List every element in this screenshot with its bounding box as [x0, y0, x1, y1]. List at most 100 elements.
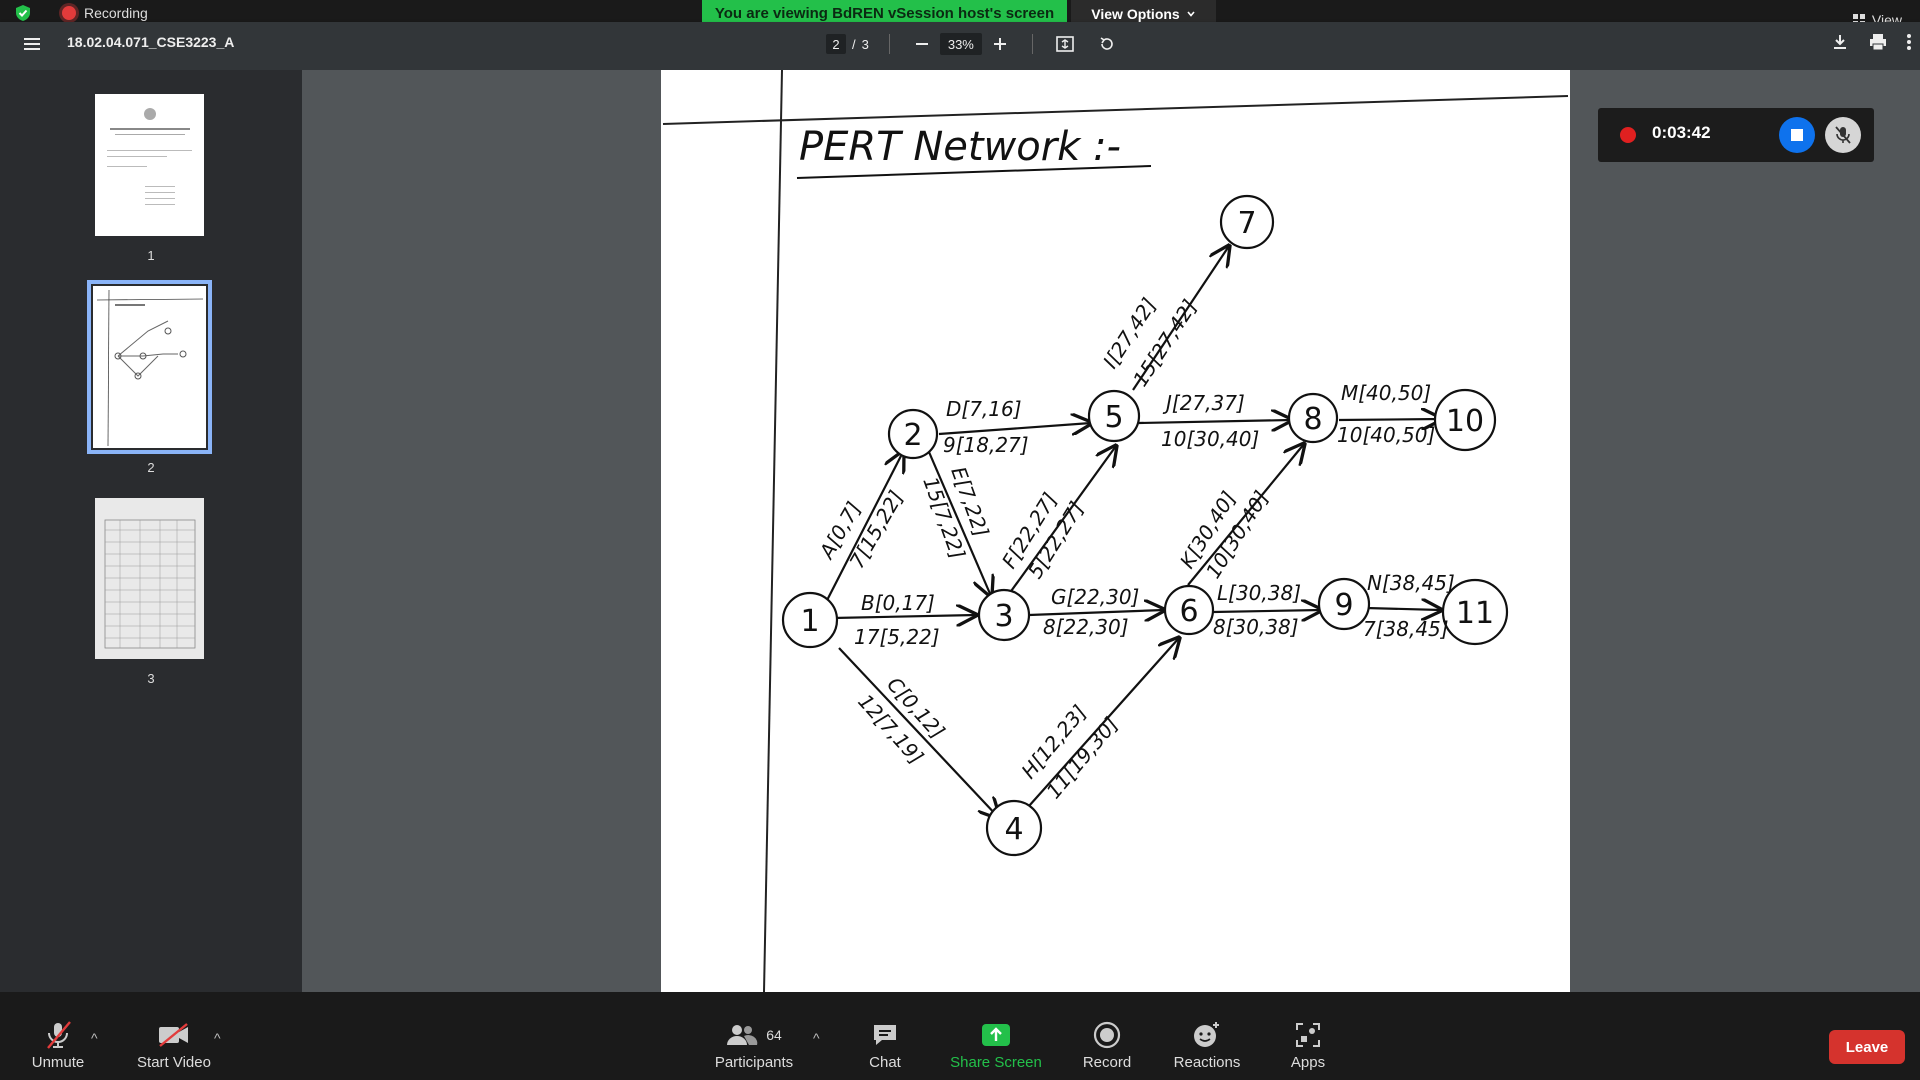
edge-B [832, 615, 976, 618]
chat-icon [874, 1025, 896, 1045]
total-pages: 3 [861, 36, 869, 52]
edge-label-M2: 10[40,50] [1337, 423, 1435, 447]
page-thumbnail-2[interactable] [87, 280, 212, 454]
edge-label-J2: 10[30,40] [1161, 427, 1259, 451]
zoom-in-button[interactable] [988, 32, 1012, 56]
plus-icon [993, 38, 1006, 50]
rotate-icon [1100, 37, 1113, 50]
edge-label-G1: G[22,30] [1051, 585, 1139, 609]
security-shield-icon[interactable] [14, 4, 32, 22]
record-label: Record [1082, 1054, 1132, 1071]
toolbar-divider [1031, 34, 1033, 54]
video-options-caret[interactable]: ^ [214, 1030, 221, 1046]
record-button[interactable]: Record [1082, 1016, 1132, 1071]
page-1-preview [107, 108, 192, 205]
edge-label-G2: 8[22,30] [1043, 615, 1129, 639]
node-label-11: 11 [1456, 596, 1494, 631]
node-label-6: 6 [1179, 594, 1198, 629]
zoom-level[interactable]: 33% [939, 33, 982, 55]
edge-label-M1: M[40,50] [1341, 381, 1431, 405]
pdf-page: PERT Network :- 1 2 3 4 5 6 7 8 9 10 11 … [661, 70, 1570, 992]
reactions-button[interactable]: Reactions [1172, 1016, 1242, 1071]
rotate-button[interactable] [1095, 32, 1119, 56]
edge-N [1365, 608, 1441, 610]
more-options-icon[interactable] [1906, 32, 1912, 52]
stop-icon [1791, 129, 1803, 141]
record-icon [1093, 1021, 1121, 1049]
print-icon[interactable] [1868, 32, 1888, 52]
edge-label-L1: L[30,38] [1217, 581, 1301, 605]
edge-label-D1: D[7,16] [946, 397, 1022, 421]
fit-page-button[interactable] [1053, 32, 1077, 56]
page-controls: 2 / 3 33% [826, 32, 1119, 56]
zoom-out-button[interactable] [910, 32, 934, 56]
participants-button[interactable]: 64 Participants [712, 1016, 796, 1071]
node-label-10: 10 [1446, 404, 1484, 439]
edge-M [1338, 419, 1441, 420]
node-label-4: 4 [1004, 812, 1023, 847]
pdf-toolbar: 18.02.04.071_CSE3223_A 2 / 3 33% [0, 22, 1920, 70]
apps-icon [1296, 1023, 1320, 1047]
edge-label-B1: B[0,17] [861, 591, 935, 615]
node-label-7: 7 [1237, 206, 1256, 241]
chat-label: Chat [869, 1054, 901, 1071]
recording-dot-icon [1620, 127, 1636, 143]
recording-control-widget: 0:03:42 [1598, 108, 1874, 162]
thumbnail-label: 3 [147, 671, 155, 686]
recording-indicator: Recording [14, 4, 148, 22]
recording-dot-icon [62, 6, 76, 20]
diagram-heading: PERT Network :- [799, 124, 1121, 170]
page-3-preview [104, 519, 196, 649]
minus-icon [915, 43, 928, 45]
audio-toggle-button[interactable] [1825, 117, 1861, 153]
node-label-9: 9 [1334, 588, 1353, 623]
share-screen-button[interactable]: Share Screen [948, 1016, 1044, 1071]
mic-off-icon [1835, 126, 1851, 144]
view-options-label: View Options [1091, 5, 1180, 22]
stop-recording-button[interactable] [1779, 117, 1815, 153]
node-label-5: 5 [1104, 400, 1123, 435]
participants-count: 64 [766, 1027, 782, 1043]
page-number-input[interactable]: 2 [826, 34, 846, 54]
participants-icon [727, 1025, 758, 1045]
page-thumbnail-1[interactable] [95, 94, 204, 236]
thumbnail-label: 2 [147, 460, 155, 475]
edge-label-N2: 7[38,45] [1363, 617, 1449, 641]
mic-muted-icon [47, 1021, 71, 1049]
share-screen-label: Share Screen [950, 1054, 1042, 1071]
pert-network-diagram: PERT Network :- 1 2 3 4 5 6 7 8 9 10 11 … [662, 70, 1569, 992]
node-label-2: 2 [903, 418, 922, 453]
edge-C [838, 647, 999, 818]
start-video-button[interactable]: Start Video [134, 1016, 214, 1071]
reactions-smiley-icon [1194, 1022, 1219, 1047]
page-2-preview [96, 289, 204, 447]
download-icon[interactable] [1830, 32, 1850, 52]
page-margin-rule [763, 70, 783, 992]
participants-label: Participants [714, 1054, 794, 1071]
node-label-3: 3 [994, 599, 1013, 634]
video-off-icon [159, 1023, 188, 1047]
apps-button[interactable]: Apps [1284, 1016, 1332, 1071]
node-label-1: 1 [800, 604, 819, 639]
hamburger-menu-icon[interactable] [22, 34, 42, 54]
start-video-label: Start Video [137, 1054, 211, 1071]
participants-options-caret[interactable]: ^ [813, 1030, 820, 1046]
page-top-rule [662, 95, 1569, 125]
recording-timer: 0:03:42 [1652, 123, 1711, 142]
reactions-label: Reactions [1173, 1054, 1241, 1071]
edge-L [1212, 610, 1321, 612]
edge-label-D2: 9[18,27] [943, 433, 1029, 457]
thumbnail-sidebar: 1 2 3 [0, 70, 302, 992]
recording-label: Recording [84, 5, 148, 21]
leave-button[interactable]: Leave [1829, 1030, 1905, 1064]
chat-button[interactable]: Chat [860, 1016, 910, 1071]
pdf-right-tools [1830, 32, 1920, 52]
page-thumbnail-3[interactable] [95, 498, 204, 659]
share-screen-icon [982, 1024, 1010, 1046]
edge-label-J1: J[27,37] [1162, 391, 1245, 415]
unmute-label: Unmute [31, 1054, 85, 1071]
fit-page-icon [1056, 36, 1074, 52]
document-viewer[interactable]: PERT Network :- 1 2 3 4 5 6 7 8 9 10 11 … [302, 70, 1920, 992]
unmute-button[interactable]: Unmute [28, 1016, 88, 1071]
audio-options-caret[interactable]: ^ [91, 1030, 98, 1046]
